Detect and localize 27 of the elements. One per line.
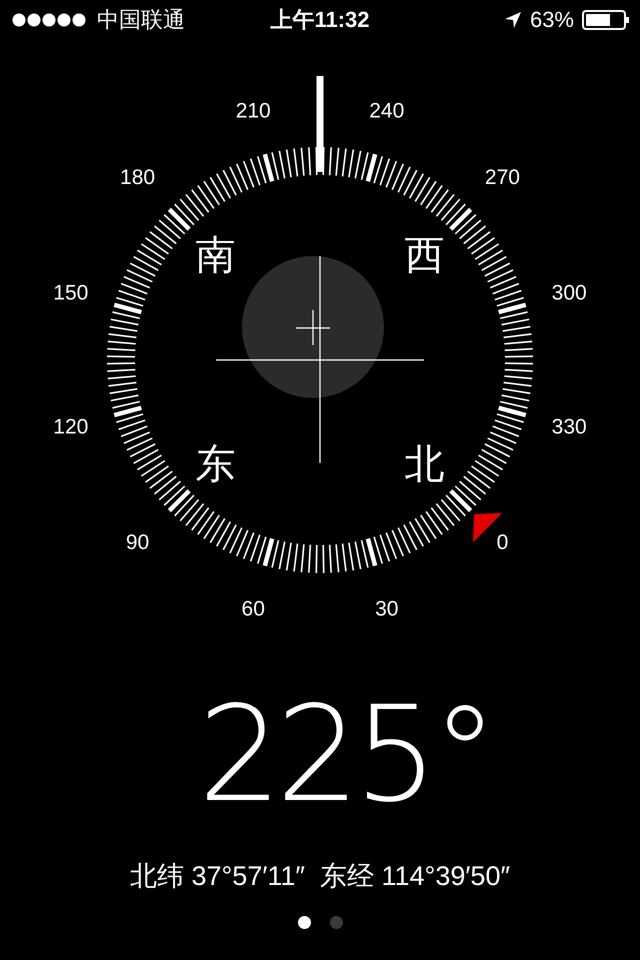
location-arrow-icon <box>504 11 522 29</box>
degree-label: 150 <box>53 282 88 305</box>
degree-label: 120 <box>53 415 88 438</box>
coordinates-text: 北纬 37°57′11″ 东经 114°39′50″ <box>128 860 512 893</box>
degree-label: 0 <box>496 530 508 554</box>
battery-percent: 63% <box>530 7 574 33</box>
degree-label: 330 <box>552 415 587 438</box>
degree-label: 240 <box>369 99 404 122</box>
page-dot[interactable] <box>298 916 310 929</box>
degree-label: 270 <box>484 166 520 190</box>
cardinal-label: 南 <box>195 232 236 278</box>
degree-label: 210 <box>236 99 271 122</box>
cardinal-label: 东 <box>195 442 236 488</box>
degree-label: 90 <box>126 530 150 554</box>
cardinal-label: 北 <box>404 442 445 488</box>
signal-icon <box>12 13 87 27</box>
degree-label: 60 <box>242 598 265 621</box>
level-cross-icon <box>296 310 330 345</box>
cardinal-label: 西 <box>404 232 445 278</box>
degree-label: 300 <box>552 282 587 305</box>
carrier-name: 中国联通 <box>97 6 185 34</box>
status-time: 上午11:32 <box>270 6 370 34</box>
degree-label: 30 <box>375 598 398 621</box>
battery-icon <box>582 10 630 30</box>
degree-label: 180 <box>120 166 156 190</box>
page-dot[interactable] <box>330 916 342 929</box>
heading-readout: 225° <box>197 680 493 830</box>
